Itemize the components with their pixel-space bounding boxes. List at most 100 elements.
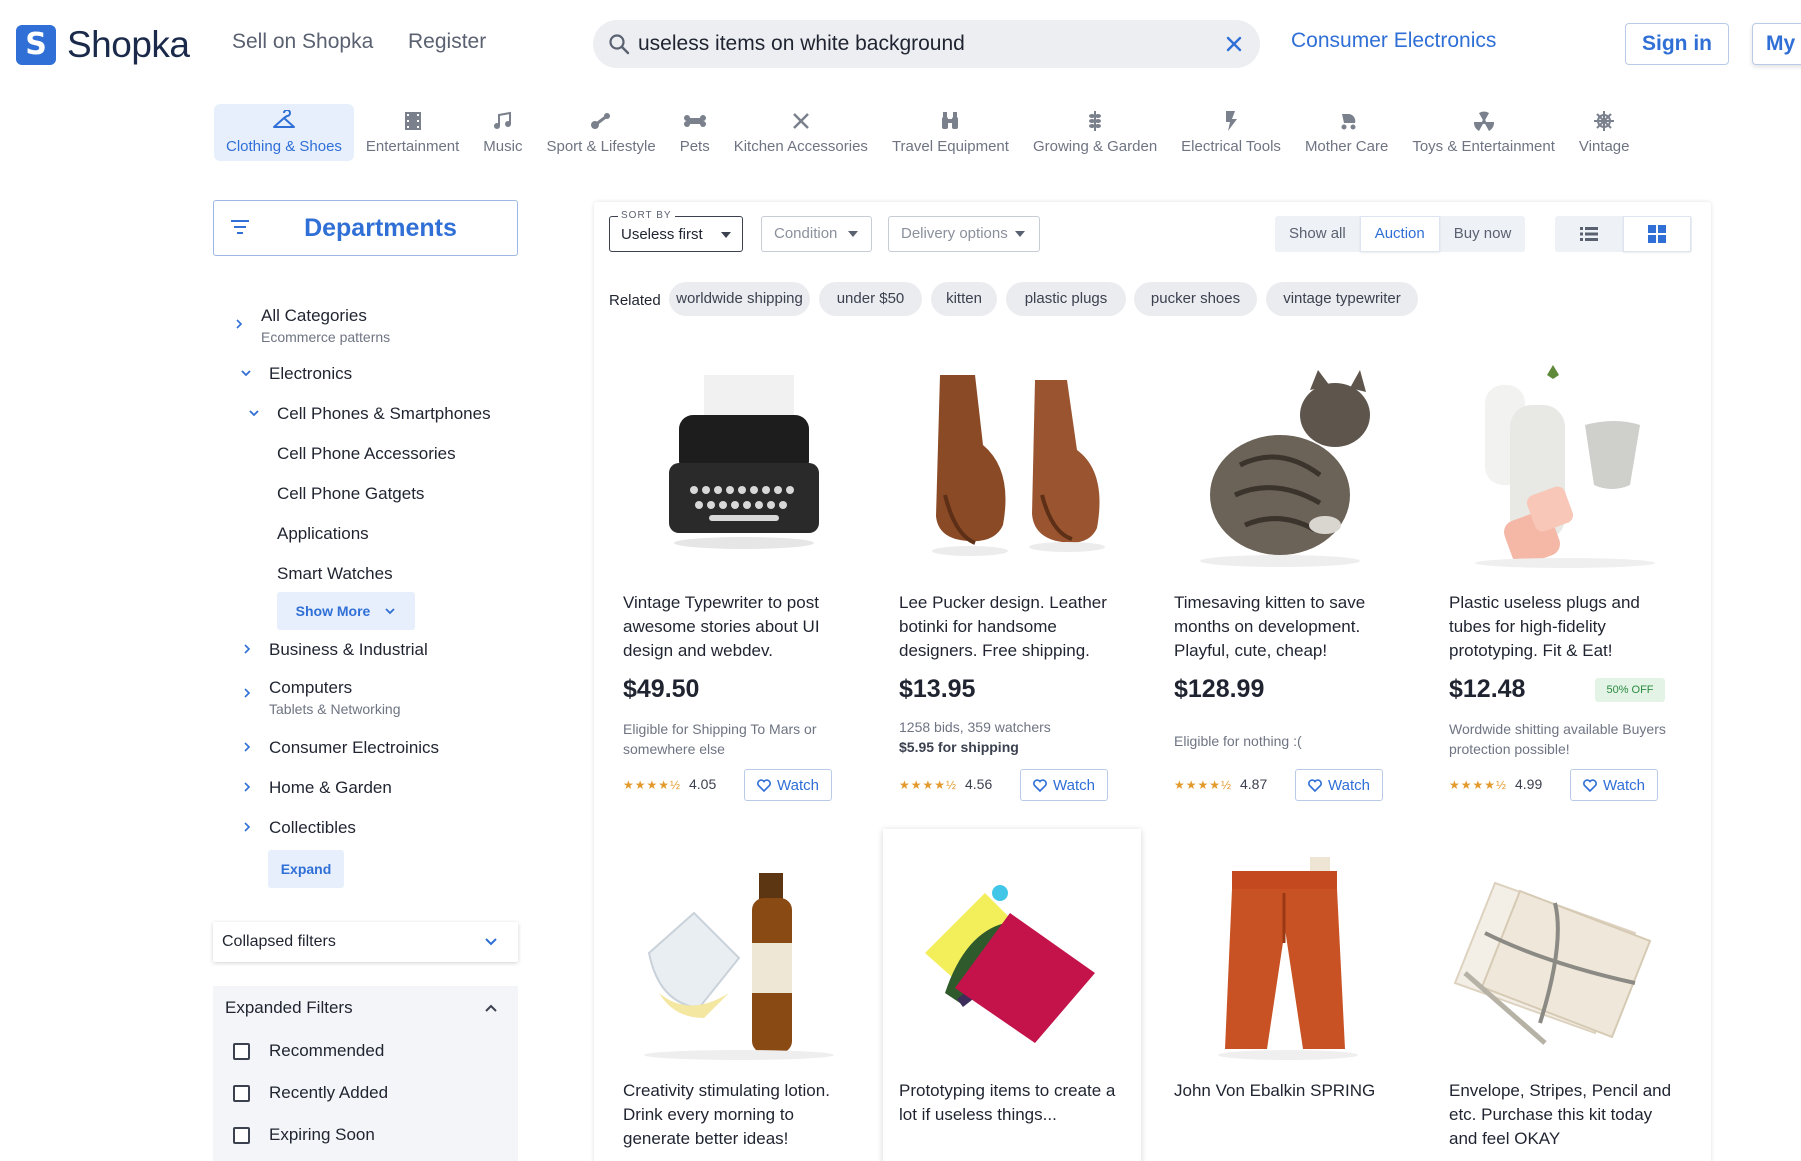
product-title[interactable]: Timesaving kitten to save months on deve… bbox=[1174, 591, 1406, 663]
product-title[interactable]: Prototyping items to create a lot if use… bbox=[899, 1079, 1131, 1127]
recently-added-checkbox[interactable] bbox=[233, 1085, 250, 1102]
product-card[interactable]: John Von Ebalkin SPRING bbox=[1145, 843, 1419, 1161]
tree-item-cell-phone-gadgets[interactable]: Cell Phone Gatgets bbox=[277, 484, 424, 504]
product-title[interactable]: Vintage Typewriter to post awesome stori… bbox=[623, 591, 855, 663]
product-title[interactable]: John Von Ebalkin SPRING bbox=[1174, 1079, 1406, 1103]
category-label: Pets bbox=[679, 138, 710, 155]
tree-item-computers[interactable]: Computers Tablets & Networking bbox=[269, 678, 401, 717]
watch-label: Watch bbox=[777, 776, 819, 794]
product-info: Eligible for Shipping To Mars or somewhe… bbox=[623, 721, 817, 757]
category-kitchen-accessories[interactable]: Kitchen Accessories bbox=[722, 104, 880, 161]
expanded-filters-title: Expanded Filters bbox=[225, 998, 353, 1017]
expiring-soon-checkbox[interactable] bbox=[233, 1127, 250, 1144]
category-label: Clothing & Shoes bbox=[226, 138, 342, 155]
segment-show-all[interactable]: Show all bbox=[1275, 216, 1360, 252]
discount-badge: 50% OFF bbox=[1595, 678, 1665, 702]
related-chip[interactable]: kitten bbox=[931, 282, 997, 316]
condition-select[interactable]: Condition bbox=[761, 216, 872, 252]
radiation-icon bbox=[1473, 111, 1494, 131]
list-view-button[interactable] bbox=[1555, 216, 1623, 252]
sell-link[interactable]: Sell on Shopka bbox=[232, 30, 373, 54]
tree-item-consumer-electronics[interactable]: Consumer Electroinics bbox=[269, 738, 439, 758]
tree-item-smart-watches[interactable]: Smart Watches bbox=[277, 564, 393, 584]
tree-item-applications[interactable]: Applications bbox=[277, 524, 369, 544]
chevron-down-icon bbox=[485, 938, 497, 946]
watch-button[interactable]: Watch bbox=[1020, 769, 1108, 801]
search-input[interactable] bbox=[638, 28, 1198, 60]
product-card[interactable]: Timesaving kitten to save months on deve… bbox=[1145, 355, 1419, 815]
watch-button[interactable]: Watch bbox=[1295, 769, 1383, 801]
collapsed-filters-dropdown[interactable]: Collapsed filters bbox=[213, 922, 518, 962]
segment-auction[interactable]: Auction bbox=[1359, 216, 1440, 252]
category-clothing-shoes[interactable]: Clothing & Shoes bbox=[214, 104, 354, 161]
product-info: Wordwide shitting available Buyers prote… bbox=[1449, 721, 1666, 757]
product-title[interactable]: Plastic useless plugs and tubes for high… bbox=[1449, 591, 1681, 663]
departments-button[interactable]: Departments bbox=[213, 200, 518, 256]
my-account-button[interactable]: My a bbox=[1752, 23, 1801, 65]
filter-label-recommended: Recommended bbox=[269, 1041, 385, 1060]
watch-button[interactable]: Watch bbox=[744, 769, 832, 801]
tree-item-cell-phones[interactable]: Cell Phones & Smartphones bbox=[277, 404, 491, 424]
category-label: Travel Equipment bbox=[891, 138, 1009, 155]
sort-by-select[interactable]: SORT BY Useless first bbox=[609, 210, 743, 252]
product-card[interactable]: Prototyping items to create a lot if use… bbox=[883, 829, 1141, 1161]
related-chip[interactable]: plastic plugs bbox=[1006, 282, 1126, 316]
category-travel-equipment[interactable]: Travel Equipment bbox=[880, 104, 1021, 161]
category-sport-lifestyle[interactable]: Sport & Lifestyle bbox=[534, 104, 667, 161]
product-card[interactable]: Creativity stimulating lotion. Drink eve… bbox=[594, 843, 868, 1161]
product-title[interactable]: Envelope, Stripes, Pencil and etc. Purch… bbox=[1449, 1079, 1681, 1151]
product-title[interactable]: Creativity stimulating lotion. Drink eve… bbox=[623, 1079, 855, 1151]
category-nav: Clothing & Shoes Entertainment Music Spo… bbox=[214, 104, 1642, 161]
segment-buy-now[interactable]: Buy now bbox=[1440, 216, 1526, 252]
category-electrical-tools[interactable]: Electrical Tools bbox=[1169, 104, 1293, 161]
clear-search-icon[interactable] bbox=[1222, 32, 1246, 56]
related-chip[interactable]: vintage typewriter bbox=[1266, 282, 1418, 316]
product-card[interactable]: Lee Pucker design. Leather botinki for h… bbox=[870, 355, 1144, 815]
product-card[interactable]: Vintage Typewriter to post awesome stori… bbox=[594, 355, 868, 815]
tree-item-business-industrial[interactable]: Business & Industrial bbox=[269, 640, 428, 660]
register-link[interactable]: Register bbox=[408, 30, 486, 54]
category-growing-garden[interactable]: Growing & Garden bbox=[1021, 104, 1169, 161]
watch-button[interactable]: Watch bbox=[1570, 769, 1658, 801]
boots-image bbox=[932, 375, 1105, 556]
delivery-options-select[interactable]: Delivery options bbox=[888, 216, 1040, 252]
category-toys-entertainment[interactable]: Toys & Entertainment bbox=[1400, 104, 1567, 161]
expand-button[interactable]: Expand bbox=[268, 850, 344, 888]
tree-item-label: All Categories bbox=[261, 306, 367, 325]
product-title[interactable]: Lee Pucker design. Leather botinki for h… bbox=[899, 591, 1131, 663]
category-pets[interactable]: Pets bbox=[668, 104, 722, 161]
category-entertainment[interactable]: Entertainment bbox=[354, 104, 471, 161]
tree-item-cell-phone-accessories[interactable]: Cell Phone Accessories bbox=[277, 444, 456, 464]
related-chip[interactable]: worldwide shipping bbox=[669, 282, 810, 316]
tree-item-electronics[interactable]: Electronics bbox=[269, 364, 352, 384]
show-more-button[interactable]: Show More bbox=[277, 592, 415, 630]
related-chip[interactable]: under $50 bbox=[819, 282, 922, 316]
recommended-checkbox[interactable] bbox=[233, 1043, 250, 1060]
category-label: Electrical Tools bbox=[1181, 138, 1281, 155]
rating-stars: ★★★★½ bbox=[1174, 778, 1233, 792]
logo[interactable]: S Shopka bbox=[16, 24, 190, 66]
category-music[interactable]: Music bbox=[471, 104, 534, 161]
tree-item-home-garden[interactable]: Home & Garden bbox=[269, 778, 392, 798]
departments-label: Departments bbox=[304, 214, 457, 242]
category-mother-care[interactable]: Mother Care bbox=[1293, 104, 1400, 161]
chevron-up-icon[interactable] bbox=[484, 1003, 498, 1013]
category-label: Toys & Entertainment bbox=[1412, 138, 1555, 155]
consumer-electronics-link[interactable]: Consumer Electronics bbox=[1291, 29, 1496, 53]
chevron-down-icon bbox=[249, 410, 259, 417]
condition-label: Condition bbox=[774, 225, 838, 242]
grid-view-button[interactable] bbox=[1623, 216, 1691, 252]
product-card[interactable]: Envelope, Stripes, Pencil and etc. Purch… bbox=[1420, 843, 1694, 1161]
listing-type-toggle: Show all Auction Buy now bbox=[1275, 216, 1526, 252]
category-vintage[interactable]: Vintage bbox=[1567, 104, 1642, 161]
bike-icon bbox=[591, 113, 611, 129]
tree-item-all-categories[interactable]: All Categories Ecommerce patterns bbox=[261, 306, 390, 345]
tree-item-collectibles[interactable]: Collectibles bbox=[269, 818, 356, 838]
sign-in-button[interactable]: Sign in bbox=[1625, 23, 1729, 65]
product-card[interactable]: Plastic useless plugs and tubes for high… bbox=[1420, 355, 1694, 815]
product-price: $12.48 bbox=[1449, 675, 1526, 703]
rating-value: 4.87 bbox=[1240, 776, 1268, 792]
category-label: Sport & Lifestyle bbox=[546, 138, 656, 155]
related-chip[interactable]: pucker shoes bbox=[1134, 282, 1257, 316]
product-price: $13.95 bbox=[899, 675, 976, 703]
